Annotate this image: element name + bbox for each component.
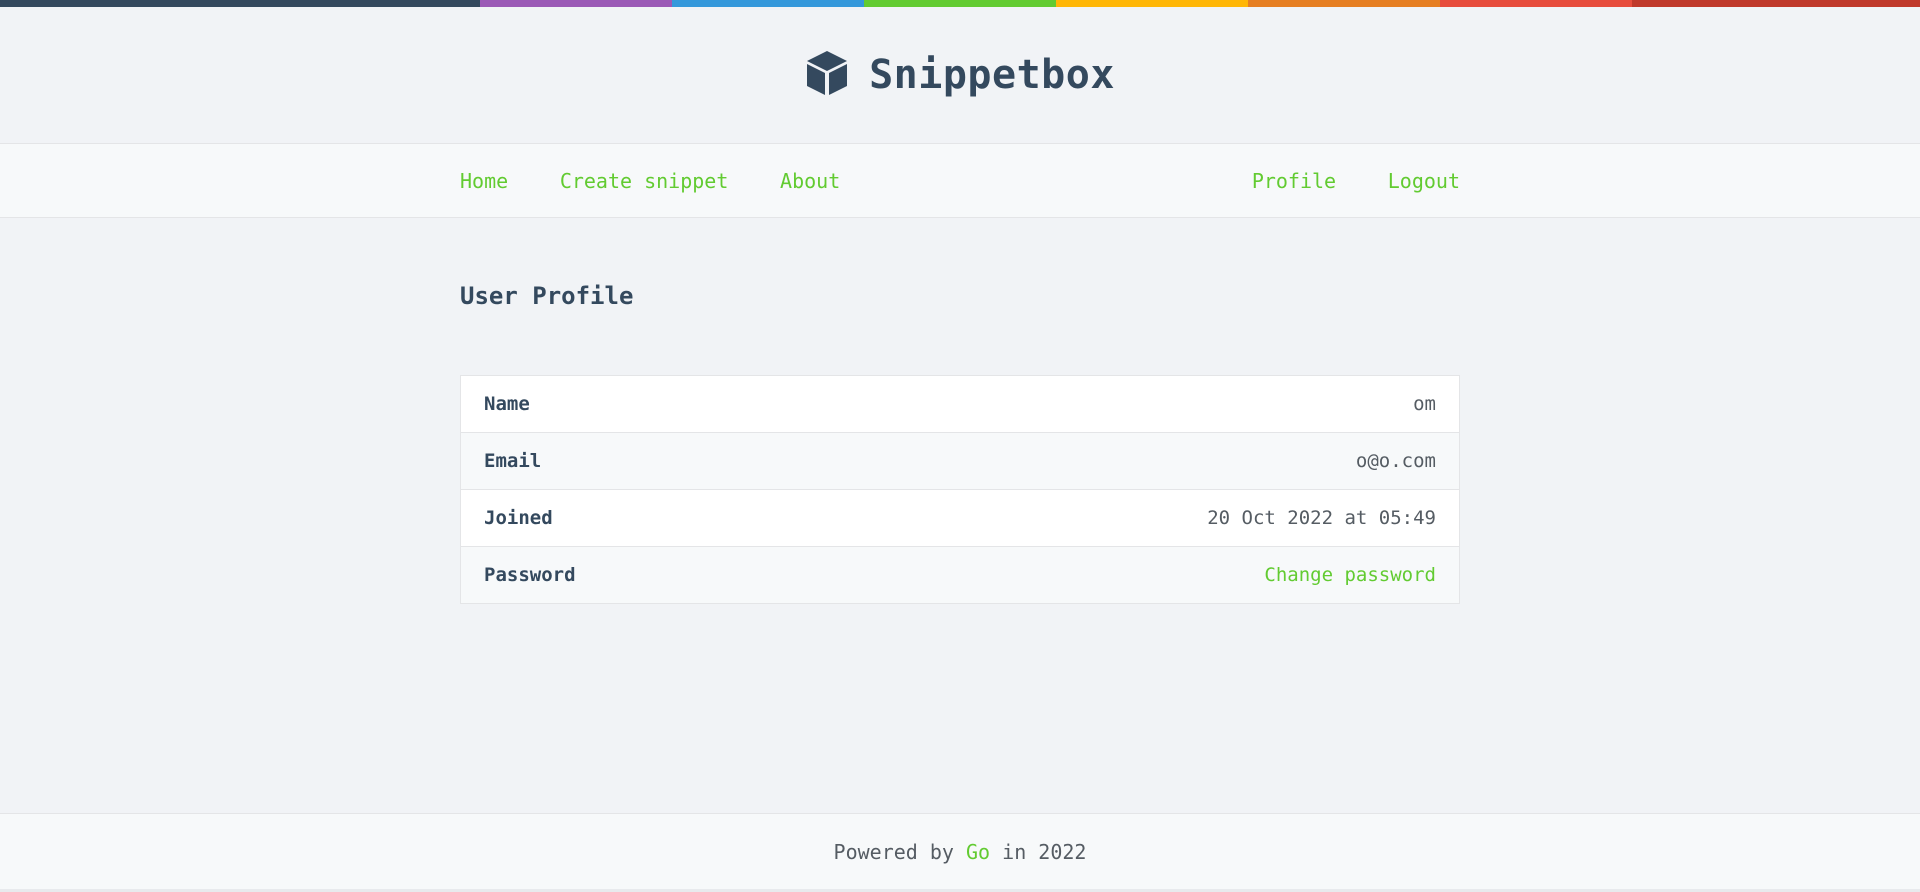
site-header: Snippetbox bbox=[0, 7, 1920, 143]
rainbow-segment bbox=[1248, 0, 1440, 7]
cube-icon-svg bbox=[807, 51, 848, 95]
rainbow-segment bbox=[1440, 0, 1632, 7]
rainbow-segment bbox=[480, 0, 672, 7]
table-row: Name om bbox=[460, 375, 1460, 433]
nav-right: Profile Logout bbox=[1210, 169, 1460, 193]
go-link[interactable]: Go bbox=[966, 840, 990, 864]
email-label: Email bbox=[460, 432, 795, 490]
joined-label: Joined bbox=[460, 489, 795, 547]
rainbow-segment bbox=[0, 0, 480, 7]
rainbow-segment bbox=[1632, 0, 1920, 7]
nav-about-link[interactable]: About bbox=[780, 169, 840, 193]
nav-inner: Home Create snippet About Profile Logout bbox=[460, 144, 1460, 217]
table-row: Email o@o.com bbox=[460, 432, 1460, 490]
page-title: User Profile bbox=[460, 282, 634, 310]
rainbow-segment bbox=[672, 0, 864, 7]
table-row: Password Change password bbox=[460, 546, 1460, 604]
name-label: Name bbox=[460, 375, 795, 433]
home-logo-link[interactable]: Snippetbox bbox=[805, 49, 1115, 101]
nav-logout-link[interactable]: Logout bbox=[1388, 169, 1460, 193]
rainbow-strip bbox=[0, 0, 1920, 7]
joined-value: 20 Oct 2022 at 05:49 bbox=[794, 489, 1460, 547]
table-row: Joined 20 Oct 2022 at 05:49 bbox=[460, 489, 1460, 547]
nav-profile-link[interactable]: Profile bbox=[1252, 169, 1336, 193]
password-label: Password bbox=[460, 546, 795, 604]
rainbow-segment bbox=[1056, 0, 1248, 7]
profile-table: Name om Email o@o.com Joined 20 Oct 2022… bbox=[460, 375, 1460, 604]
name-value: om bbox=[794, 375, 1460, 433]
nav-home-link[interactable]: Home bbox=[460, 169, 508, 193]
email-value: o@o.com bbox=[794, 432, 1460, 490]
nav-create-snippet-link[interactable]: Create snippet bbox=[560, 169, 729, 193]
brand-name: Snippetbox bbox=[869, 52, 1115, 98]
footer-prefix: Powered by bbox=[833, 839, 954, 864]
footer-suffix: in 2022 bbox=[1002, 839, 1087, 864]
site-footer: Powered by Go in 2022 bbox=[0, 813, 1920, 889]
cube-icon bbox=[805, 49, 869, 101]
change-password-link[interactable]: Change password bbox=[1264, 564, 1436, 586]
password-cell: Change password bbox=[794, 546, 1460, 604]
rainbow-segment bbox=[864, 0, 1056, 7]
main-nav: Home Create snippet About Profile Logout bbox=[0, 143, 1920, 218]
nav-left: Home Create snippet About bbox=[460, 169, 882, 193]
